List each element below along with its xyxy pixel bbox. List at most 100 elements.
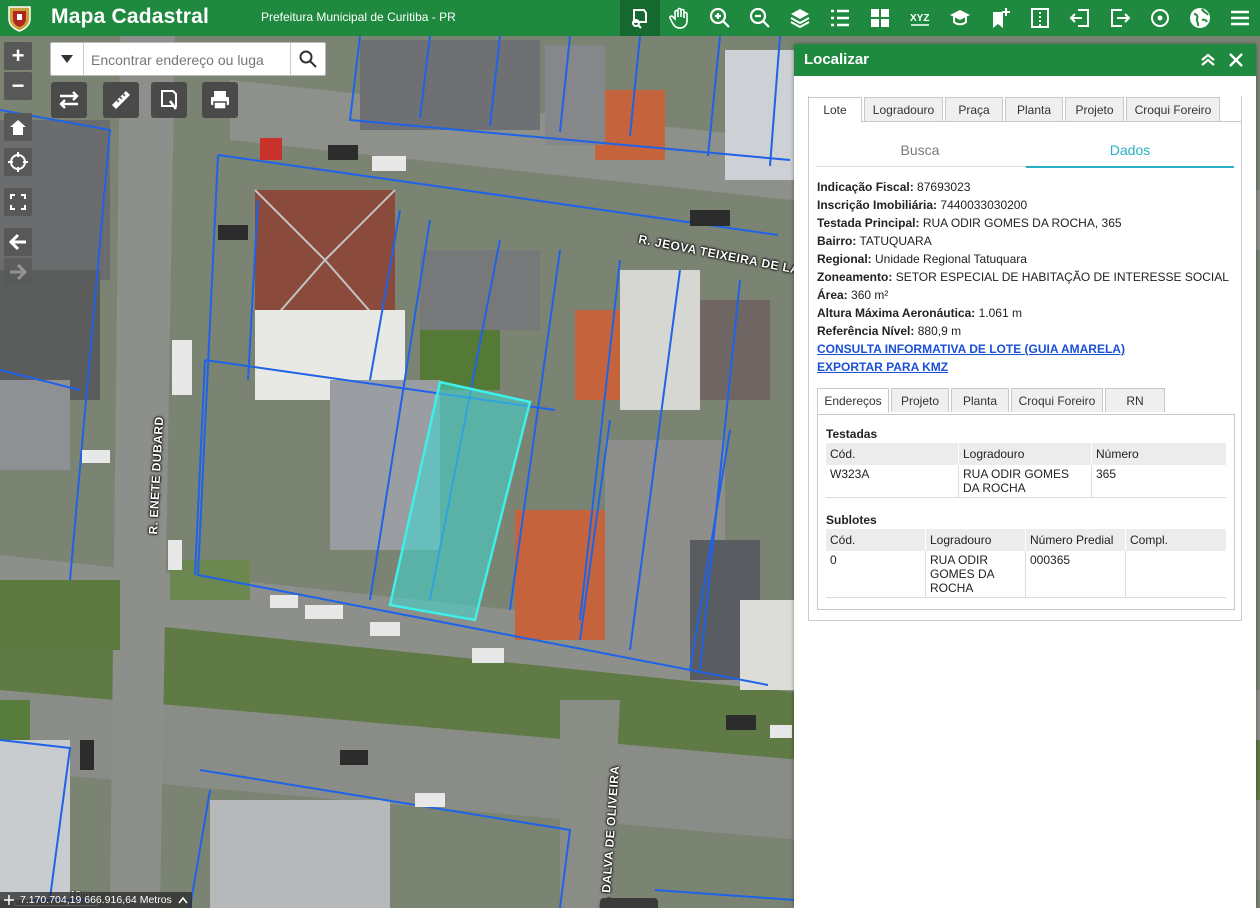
tab-detail-planta[interactable]: Planta bbox=[951, 388, 1009, 412]
arrow-left-icon bbox=[9, 233, 26, 251]
add-bookmark-tool[interactable] bbox=[980, 0, 1020, 36]
plus-icon: + bbox=[11, 43, 25, 68]
subtab-dados[interactable]: Dados bbox=[1026, 140, 1234, 168]
menu-icon bbox=[1231, 10, 1249, 26]
drag-handle-icon bbox=[4, 895, 14, 905]
field-row: Referência Nível: 880,9 m bbox=[817, 324, 962, 338]
table-cell: RUA ODIR GOMES DA ROCHA bbox=[958, 465, 1092, 498]
address-search bbox=[50, 42, 326, 76]
zoom-out-icon bbox=[749, 7, 770, 28]
app-subtitle: Prefeitura Municipal de Curitiba - PR bbox=[261, 10, 456, 24]
arrow-right-icon bbox=[10, 263, 27, 281]
legend-list-icon bbox=[831, 9, 849, 27]
panel-title: Localizar bbox=[804, 51, 870, 68]
search-source-dropdown[interactable] bbox=[51, 43, 84, 75]
export-kmz-link[interactable]: EXPORTAR PARA KMZ bbox=[817, 360, 948, 374]
target-tool[interactable] bbox=[1140, 0, 1180, 36]
fullscreen-icon bbox=[10, 194, 26, 210]
tab-lote[interactable]: Lote bbox=[808, 97, 862, 122]
column-header: Número Predial bbox=[1025, 529, 1126, 551]
my-location-button[interactable] bbox=[4, 148, 32, 176]
column-header: Cód. bbox=[826, 529, 926, 551]
testadas-table: Cód. Logradouro Número W323A RUA ODIR GO… bbox=[826, 443, 1226, 498]
basemap-tool[interactable] bbox=[1180, 0, 1220, 36]
panel-header: Localizar bbox=[794, 44, 1256, 76]
main-menu-button[interactable] bbox=[1220, 0, 1260, 36]
home-button[interactable] bbox=[4, 113, 32, 141]
globe-icon bbox=[1190, 8, 1210, 28]
tab-praca[interactable]: Praça bbox=[945, 97, 1003, 121]
pan-hand-icon bbox=[669, 7, 688, 29]
tab-enderecos[interactable]: Endereços bbox=[817, 388, 889, 413]
zoom-out-button[interactable]: − bbox=[4, 72, 32, 100]
tab-detail-projeto[interactable]: Projeto bbox=[891, 388, 949, 412]
table-row[interactable]: 0 RUA ODIR GOMES DA ROCHA 000365 bbox=[826, 551, 1226, 598]
previous-extent-button[interactable] bbox=[4, 228, 32, 256]
coordinate-readout: 7.170.704,19 666.916,64 Metros bbox=[0, 892, 192, 908]
table-row[interactable]: W323A RUA ODIR GOMES DA ROCHA 365 bbox=[826, 465, 1226, 498]
guia-amarela-link[interactable]: CONSULTA INFORMATIVA DE LOTE (GUIA AMARE… bbox=[817, 342, 1125, 356]
zoom-in-icon bbox=[709, 7, 730, 28]
tab-projeto[interactable]: Projeto bbox=[1065, 97, 1124, 121]
education-icon bbox=[950, 10, 970, 26]
swap-arrows-icon bbox=[59, 91, 79, 109]
table-header-row: Cód. Logradouro Número bbox=[826, 443, 1226, 465]
home-icon bbox=[10, 120, 26, 135]
column-header: Número bbox=[1091, 443, 1226, 465]
printer-icon bbox=[211, 91, 229, 110]
collapse-chevrons-icon[interactable] bbox=[1198, 50, 1218, 70]
localizar-panel: Localizar Lote Logradouro Praça Planta P… bbox=[794, 44, 1256, 908]
sublotes-title: Sublotes bbox=[826, 513, 877, 527]
field-row: Altura Máxima Aeronáutica: 1.061 m bbox=[817, 306, 1022, 320]
zoom-in-button[interactable]: + bbox=[4, 42, 32, 70]
measure-button[interactable] bbox=[103, 82, 139, 118]
chevron-up-icon[interactable] bbox=[178, 896, 188, 904]
crosshair-icon bbox=[8, 152, 28, 172]
subtab-busca[interactable]: Busca bbox=[816, 140, 1024, 166]
export-icon bbox=[1111, 9, 1131, 27]
top-bar: Mapa Cadastral Prefeitura Municipal de C… bbox=[0, 0, 1260, 36]
print-button[interactable] bbox=[202, 82, 238, 118]
search-button[interactable] bbox=[290, 43, 325, 75]
next-extent-button[interactable] bbox=[4, 258, 32, 286]
column-header: Logradouro bbox=[958, 443, 1092, 465]
toolbar: XYZ bbox=[620, 0, 1260, 36]
compare-icon bbox=[1031, 8, 1049, 28]
tab-logradouro[interactable]: Logradouro bbox=[864, 97, 943, 121]
xyz-icon: XYZ bbox=[910, 13, 929, 26]
zoom-in-tool[interactable] bbox=[700, 0, 740, 36]
add-bookmark-icon bbox=[993, 8, 1010, 28]
tab-croqui-foreiro[interactable]: Croqui Foreiro bbox=[1126, 97, 1220, 121]
attribution-toggle[interactable] bbox=[600, 898, 658, 908]
legend-tool[interactable] bbox=[820, 0, 860, 36]
tab-detail-croqui-foreiro[interactable]: Croqui Foreiro bbox=[1011, 388, 1103, 412]
table-header-row: Cód. Logradouro Número Predial Compl. bbox=[826, 529, 1226, 551]
target-icon bbox=[1151, 9, 1169, 27]
fullscreen-button[interactable] bbox=[4, 188, 32, 216]
identify-lot-icon bbox=[161, 90, 177, 110]
tab-detail-rn[interactable]: RN bbox=[1105, 388, 1165, 412]
field-row: Regional: Unidade Regional Tatuquara bbox=[817, 252, 1027, 266]
search-input[interactable] bbox=[89, 49, 293, 71]
layers-tool[interactable] bbox=[780, 0, 820, 36]
table-cell: 365 bbox=[1091, 465, 1226, 498]
pan-tool[interactable] bbox=[660, 0, 700, 36]
field-row: Testada Principal: RUA ODIR GOMES DA ROC… bbox=[817, 216, 1122, 230]
coordinates-tool[interactable]: XYZ bbox=[900, 0, 940, 36]
close-icon[interactable] bbox=[1226, 50, 1246, 70]
tab-planta[interactable]: Planta bbox=[1005, 97, 1063, 121]
detail-tabs: Endereços Projeto Planta Croqui Foreiro … bbox=[817, 388, 1167, 413]
column-header: Logradouro bbox=[925, 529, 1026, 551]
zoom-out-tool[interactable] bbox=[740, 0, 780, 36]
import-tool[interactable] bbox=[1060, 0, 1100, 36]
app-title: Mapa Cadastral bbox=[51, 5, 210, 28]
locate-lot-tool[interactable] bbox=[620, 0, 660, 36]
education-tool[interactable] bbox=[940, 0, 980, 36]
minus-icon: − bbox=[11, 73, 25, 98]
field-row: Inscrição Imobiliária: 7440033030200 bbox=[817, 198, 1028, 212]
export-tool[interactable] bbox=[1100, 0, 1140, 36]
grid-tool[interactable] bbox=[860, 0, 900, 36]
swipe-button[interactable] bbox=[51, 82, 87, 118]
identify-button[interactable] bbox=[151, 82, 187, 118]
compare-tool[interactable] bbox=[1020, 0, 1060, 36]
